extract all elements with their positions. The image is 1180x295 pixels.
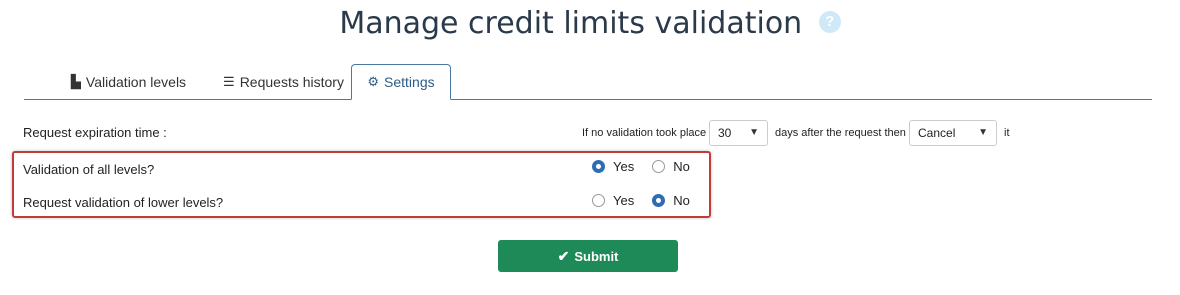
- radio-no[interactable]: [652, 194, 666, 207]
- tab-settings[interactable]: ⚙ Settings: [351, 64, 451, 100]
- radio-no-label: No: [673, 159, 690, 174]
- validation-all-levels-label: Validation of all levels?: [23, 162, 155, 177]
- expiration-suffix-text: it: [1004, 127, 1010, 139]
- radio-no[interactable]: [652, 160, 666, 173]
- page-title: Manage credit limits validation: [339, 6, 803, 41]
- expiration-days-select[interactable]: 30 ▼: [709, 120, 768, 146]
- request-lower-levels-label: Request validation of lower levels?: [23, 195, 224, 210]
- expiration-label: Request expiration time :: [23, 125, 167, 140]
- tab-validation-levels[interactable]: ▙ Validation levels: [46, 64, 211, 99]
- tab-bar: ▙ Validation levels ☰ Requests history ⚙…: [24, 64, 1152, 100]
- request-lower-levels-no-option[interactable]: No: [652, 193, 690, 208]
- request-lower-levels-radio-group: Yes No: [592, 193, 708, 208]
- validation-all-levels-yes-option[interactable]: Yes: [592, 159, 634, 174]
- tab-label: Settings: [384, 74, 435, 90]
- help-icon[interactable]: ?: [818, 10, 841, 33]
- page-header: Manage credit limits validation ?: [0, 6, 1180, 41]
- chevron-down-icon: ▼: [978, 127, 988, 138]
- expiration-days-value: 30: [718, 126, 732, 140]
- request-lower-levels-yes-option[interactable]: Yes: [592, 193, 634, 208]
- expiration-prefix-text: If no validation took place: [582, 127, 707, 139]
- submit-button[interactable]: ✔ Submit: [498, 240, 678, 272]
- tab-label: Requests history: [239, 73, 344, 90]
- tab-requests-history[interactable]: ☰ Requests history: [211, 64, 356, 99]
- submit-label: Submit: [574, 248, 619, 264]
- list-icon: ☰: [223, 73, 235, 89]
- radio-no-label: No: [673, 193, 690, 208]
- tab-label: Validation levels: [85, 73, 187, 90]
- radio-yes-label: Yes: [613, 193, 635, 208]
- validation-all-levels-radio-group: Yes No: [592, 159, 708, 174]
- expiration-action-select[interactable]: Cancel ▼: [909, 120, 997, 146]
- check-icon: ✔: [557, 247, 570, 264]
- validation-all-levels-no-option[interactable]: No: [652, 159, 690, 174]
- gear-icon: ⚙: [367, 74, 380, 89]
- chevron-down-icon: ▼: [749, 127, 759, 138]
- radio-yes[interactable]: [592, 160, 605, 173]
- expiration-middle-text: days after the request then: [775, 127, 906, 139]
- expiration-action-value: Cancel: [918, 126, 956, 140]
- radio-yes[interactable]: [592, 194, 605, 207]
- radio-yes-label: Yes: [613, 159, 635, 174]
- bar-chart-icon: ▙: [70, 73, 81, 89]
